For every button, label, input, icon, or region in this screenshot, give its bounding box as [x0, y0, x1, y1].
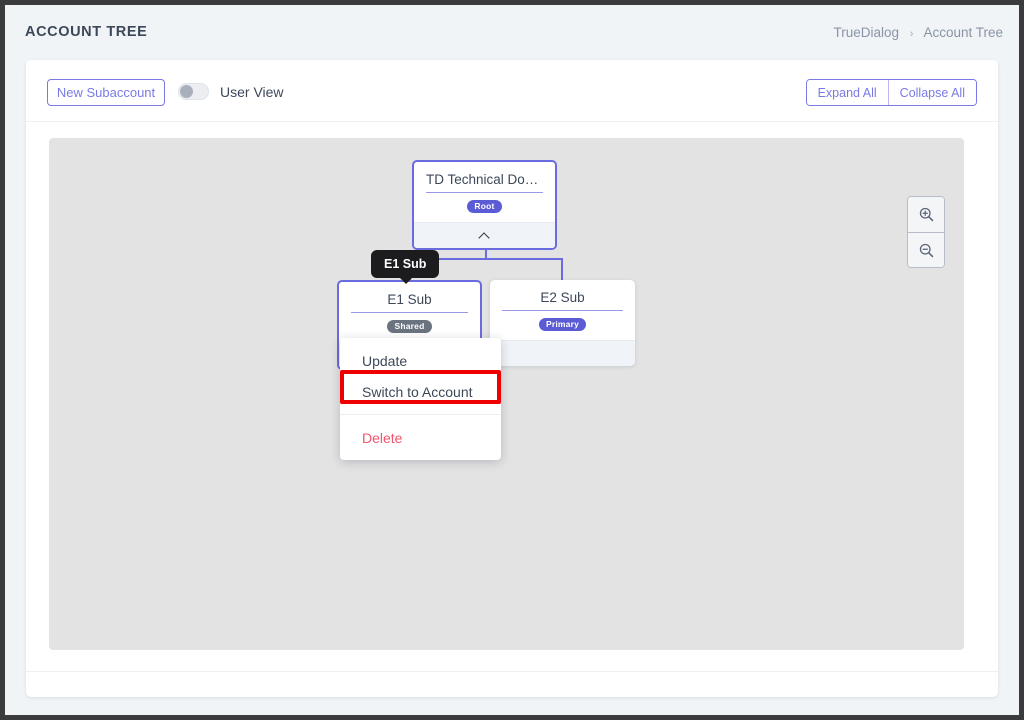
user-view-toggle-group: User View [178, 83, 284, 100]
zoom-out-button[interactable] [908, 232, 944, 267]
user-view-toggle[interactable] [178, 83, 209, 100]
zoom-in-button[interactable] [908, 197, 944, 232]
card-footer-divider [26, 671, 998, 672]
breadcrumb-separator-icon: › [909, 28, 914, 40]
tree-node-e2-sub[interactable]: E2 Sub Primary [490, 280, 635, 366]
zoom-controls [907, 196, 945, 268]
node-collapse-footer[interactable] [490, 340, 635, 366]
expand-collapse-group: Expand All Collapse All [805, 79, 977, 106]
account-tree-card: New Subaccount User View Expand All Coll… [26, 60, 998, 697]
node-body: TD Technical Docu... Root [414, 162, 555, 222]
magnifier-plus-icon [919, 207, 933, 222]
expand-all-button[interactable]: Expand All [806, 80, 888, 105]
chevron-up-icon[interactable] [479, 232, 490, 239]
new-subaccount-button[interactable]: New Subaccount [47, 79, 165, 106]
tree-canvas[interactable]: TD Technical Docu... Root E1 Sub Shared [49, 138, 964, 650]
node-body: E1 Sub Shared [339, 282, 480, 342]
tree-layer: TD Technical Docu... Root E1 Sub Shared [49, 138, 964, 650]
menu-item-delete[interactable]: Delete [340, 422, 501, 453]
node-title: E1 Sub [351, 292, 468, 313]
menu-item-switch-to-account[interactable]: Switch to Account [340, 376, 501, 407]
user-view-label: User View [220, 83, 284, 100]
card-toolbar: New Subaccount User View Expand All Coll… [26, 60, 998, 122]
breadcrumb: TrueDialog › Account Tree [833, 25, 1003, 40]
node-context-menu[interactable]: Update Switch to Account Delete [340, 338, 501, 460]
toggle-knob [180, 85, 193, 98]
menu-item-update[interactable]: Update [340, 345, 501, 376]
node-title: E2 Sub [502, 290, 623, 311]
node-badge: Primary [538, 318, 587, 331]
node-badge: Shared [387, 320, 432, 333]
node-tooltip: E1 Sub [371, 250, 440, 284]
collapse-all-button[interactable]: Collapse All [887, 80, 976, 105]
node-badge: Root [467, 200, 502, 213]
breadcrumb-root[interactable]: TrueDialog [833, 25, 899, 40]
node-collapse-footer[interactable] [414, 222, 555, 248]
menu-divider [340, 414, 501, 415]
node-body: E2 Sub Primary [490, 280, 635, 340]
top-bar: ACCOUNT TREE TrueDialog › Account Tree [5, 5, 1019, 59]
node-title: TD Technical Docu... [426, 172, 543, 193]
app-window: ACCOUNT TREE TrueDialog › Account Tree N… [5, 5, 1019, 715]
page-title: ACCOUNT TREE [25, 24, 148, 40]
breadcrumb-current: Account Tree [923, 25, 1003, 40]
magnifier-minus-icon [919, 243, 933, 257]
tree-node-root[interactable]: TD Technical Docu... Root [412, 160, 557, 250]
